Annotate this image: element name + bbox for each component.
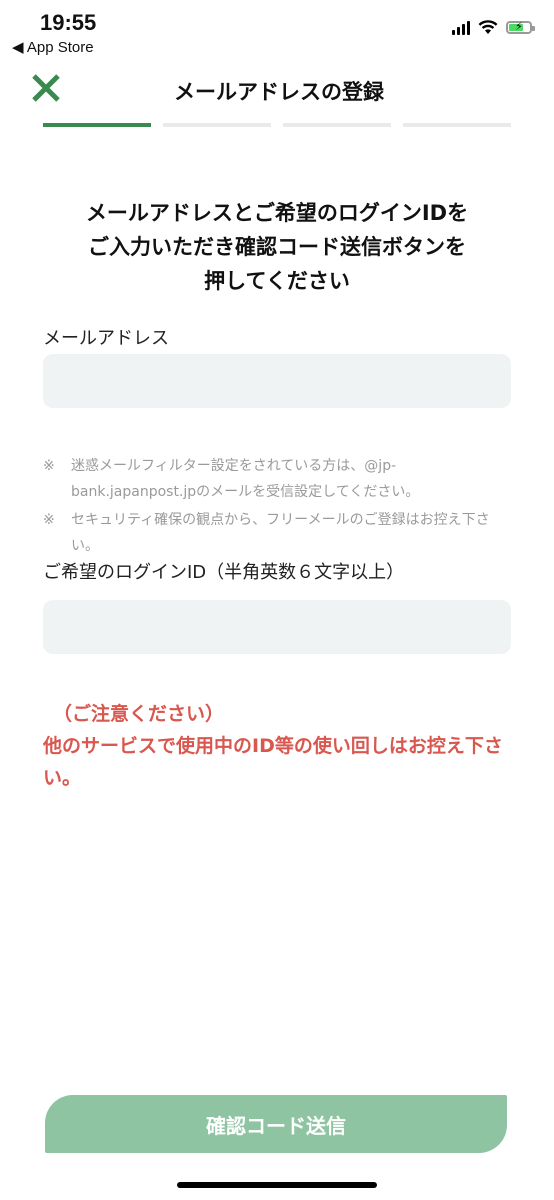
progress-step-4 (403, 123, 511, 127)
progress-step-2 (163, 123, 271, 127)
send-confirmation-code-button[interactable]: 確認コード送信 (45, 1095, 507, 1153)
page-title: メールアドレスの登録 (0, 76, 554, 106)
login-id-field[interactable] (43, 600, 511, 654)
status-time: 19:55 (40, 10, 97, 35)
email-field[interactable] (43, 354, 511, 408)
back-to-app-store-link[interactable]: ◀ App Store (12, 38, 94, 56)
home-indicator (177, 1182, 377, 1188)
note-spam-filter: ※ 迷惑メールフィルター設定をされている方は、@jp-bank.japanpos… (43, 453, 513, 505)
battery-icon: ⚡ (506, 20, 535, 34)
wifi-icon (478, 20, 498, 34)
status-icons: ⚡ (452, 20, 535, 35)
progress-step-1 (43, 123, 151, 127)
progress-step-3 (283, 123, 391, 127)
note-text: 迷惑メールフィルター設定をされている方は、@jp-bank.japanpost.… (71, 458, 420, 500)
note-mark: ※ (43, 512, 55, 528)
step-progress (43, 123, 511, 127)
email-label: メールアドレス (43, 328, 169, 349)
note-free-mail: ※ セキュリティ確保の観点から、フリーメールのご登録はお控え下さい。 (43, 507, 513, 559)
page: 19:55 ◀ App Store ⚡ メールアドレスの登録 メールアドレスとご… (0, 0, 554, 1200)
note-mark: ※ (43, 458, 55, 474)
page-title-text: メールアドレスの登録 (174, 80, 384, 104)
warning-body: 他のサービスで使用中のID等の使い回しはお控え下さい。 (43, 735, 503, 789)
instruction-text: メールアドレスとご希望のログインIDを ご入力いただき確認コード送信ボタンを 押… (85, 201, 469, 293)
warning-heading: （ご注意ください） (53, 703, 225, 725)
login-id-label: ご希望のログインID（半角英数６文字以上） (43, 562, 405, 583)
note-text: セキュリティ確保の観点から、フリーメールのご登録はお控え下さい。 (71, 512, 490, 554)
warning-block: （ご注意ください） 他のサービスで使用中のID等の使い回しはお控え下さい。 (43, 698, 513, 794)
signal-icon (452, 20, 470, 35)
